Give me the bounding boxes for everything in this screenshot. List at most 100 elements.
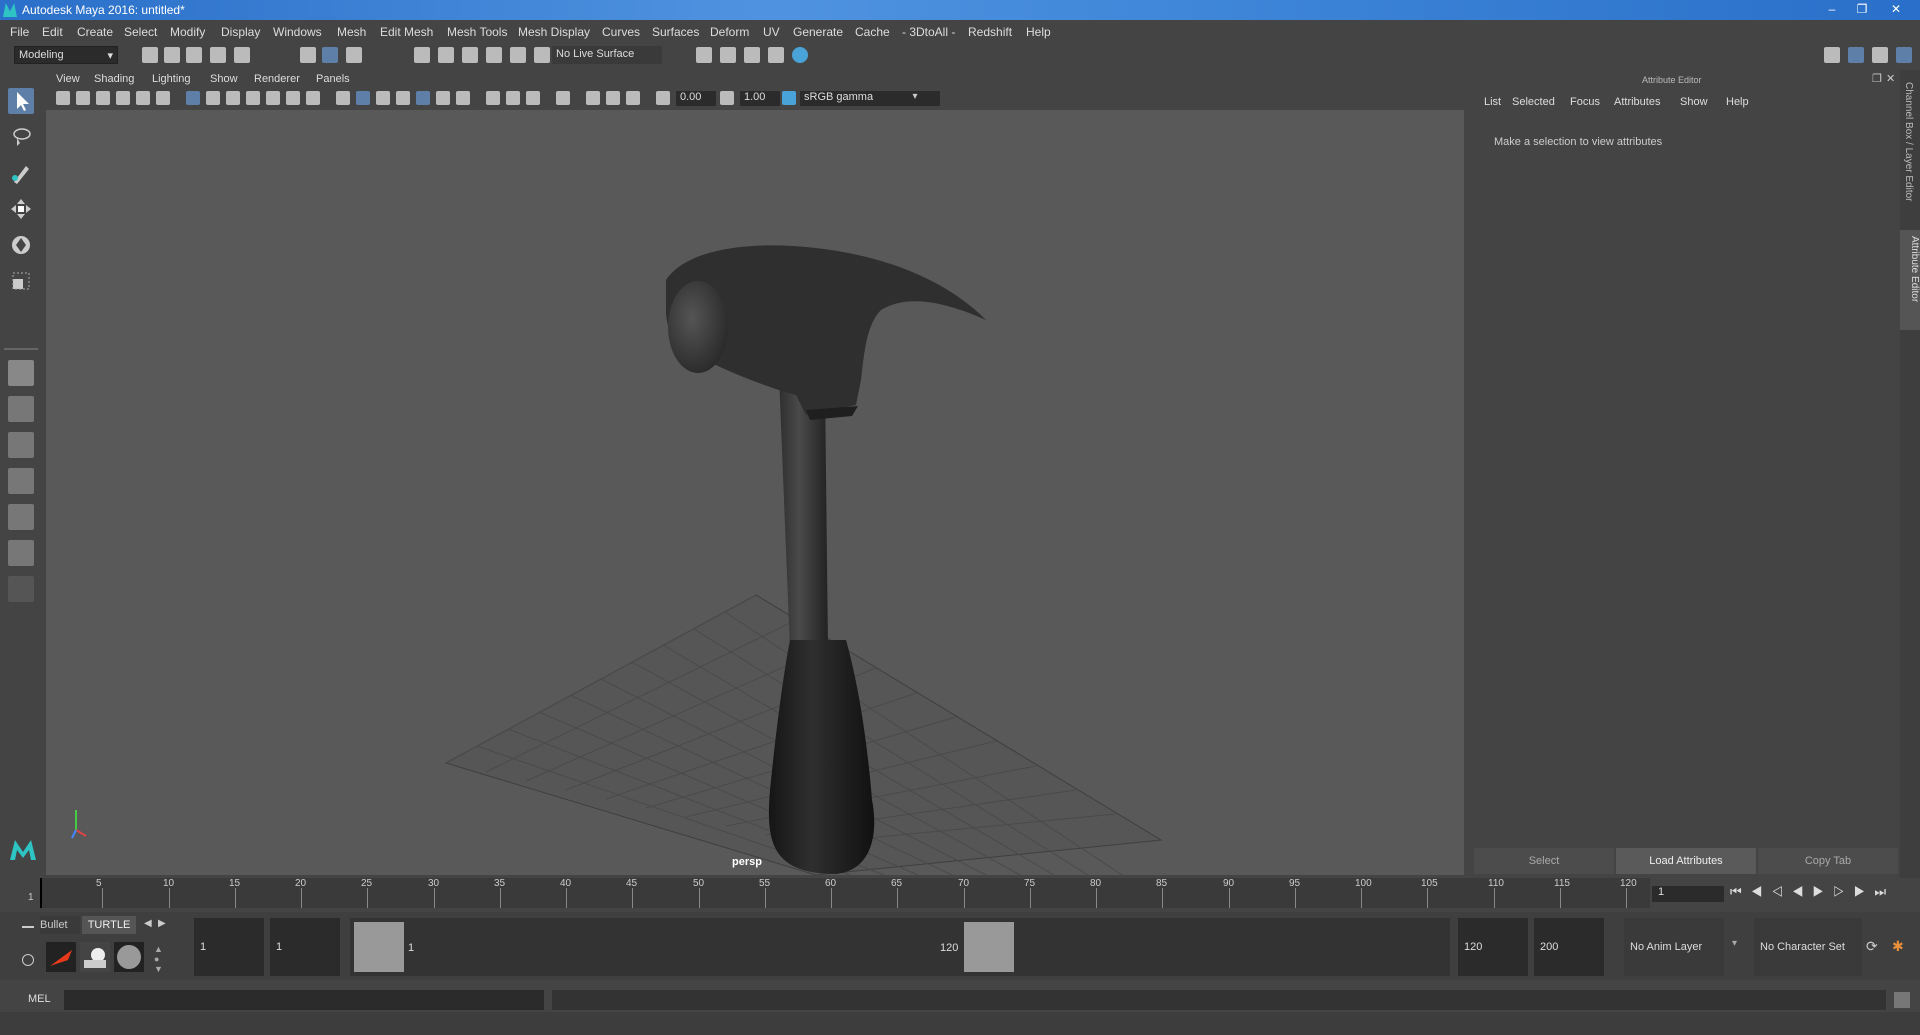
motion-blur-icon[interactable] [486, 91, 500, 105]
attr-menu-selected[interactable]: Selected [1512, 96, 1555, 108]
grid-icon[interactable] [186, 91, 200, 105]
color-management-icon[interactable] [782, 91, 796, 105]
command-input[interactable] [64, 990, 544, 1010]
attr-menu-help[interactable]: Help [1726, 96, 1749, 108]
modeling-toolkit-icon[interactable] [1824, 47, 1840, 63]
save-scene-icon[interactable] [186, 47, 202, 63]
channel-box-tab[interactable]: Channel Box / Layer Editor [1903, 82, 1914, 202]
play-forwards-icon[interactable]: ▶ [1813, 884, 1834, 899]
range-slider-track[interactable] [350, 918, 1450, 976]
ipr-render-icon[interactable] [744, 47, 760, 63]
step-forward-frame-icon[interactable]: ▷ [1833, 884, 1854, 899]
persp-graph-layout-icon[interactable] [8, 468, 34, 494]
wireframe-icon[interactable] [336, 91, 350, 105]
smooth-shade-icon[interactable] [356, 91, 370, 105]
snap-view-plane-icon[interactable] [486, 47, 502, 63]
menu-edit-mesh[interactable]: Edit Mesh [380, 25, 433, 39]
menu-select[interactable]: Select [124, 25, 157, 39]
panel-menu-show[interactable]: Show [210, 73, 238, 85]
redo-icon[interactable] [234, 47, 250, 63]
menu-windows[interactable]: Windows [273, 25, 322, 39]
bookmarks-icon[interactable] [96, 91, 110, 105]
shelf-scroll-arrows-icon[interactable]: ▲ ● ▼ [154, 944, 163, 974]
xray-active-icon[interactable] [606, 91, 620, 105]
move-tool-icon[interactable] [8, 196, 34, 222]
shelf-tab-turtle[interactable]: TURTLE [82, 916, 136, 934]
close-icon[interactable]: ✕ [1886, 1, 1906, 17]
shadows-icon[interactable] [436, 91, 450, 105]
two-d-pan-icon[interactable] [136, 91, 150, 105]
open-scene-icon[interactable] [164, 47, 180, 63]
lasso-tool-icon[interactable] [8, 124, 34, 150]
undo-icon[interactable] [210, 47, 226, 63]
menu-generate[interactable]: Generate [793, 25, 843, 39]
go-to-end-icon[interactable]: ⏭ [1874, 884, 1895, 899]
menu-mesh-display[interactable]: Mesh Display [518, 25, 590, 39]
turtle-surface-icon[interactable] [114, 942, 144, 972]
chevron-down-icon[interactable]: ▾ [1732, 938, 1737, 949]
step-back-frame-icon[interactable]: ◁ [1771, 884, 1792, 899]
menu-mesh[interactable]: Mesh [337, 25, 366, 39]
menu-curves[interactable]: Curves [602, 25, 640, 39]
menu-cache[interactable]: Cache [855, 25, 890, 39]
gamma-icon[interactable] [720, 91, 734, 105]
attribute-editor-tab[interactable]: Attribute Editor [1900, 230, 1920, 330]
panel-menu-lighting[interactable]: Lighting [152, 73, 191, 85]
play-backwards-icon[interactable]: ◀ [1792, 884, 1813, 899]
hypershade-icon[interactable] [768, 47, 784, 63]
range-slider-end-handle[interactable] [964, 922, 1014, 972]
menu-display[interactable]: Display [221, 25, 260, 39]
image-plane-icon[interactable] [116, 91, 130, 105]
grease-pencil-icon[interactable] [156, 91, 170, 105]
menu-surfaces[interactable]: Surfaces [652, 25, 699, 39]
textured-icon[interactable] [396, 91, 410, 105]
tool-settings-icon[interactable] [1872, 47, 1888, 63]
attr-menu-show[interactable]: Show [1680, 96, 1708, 108]
hypershade-layout-icon[interactable] [8, 540, 34, 566]
multisample-aa-icon[interactable] [506, 91, 520, 105]
field-chart-icon[interactable] [266, 91, 280, 105]
menu-deform[interactable]: Deform [710, 25, 749, 39]
animation-preferences-icon[interactable]: ✱ [1892, 938, 1904, 955]
isolate-select-icon[interactable] [556, 91, 570, 105]
range-slider-start-handle[interactable] [354, 922, 404, 972]
go-to-start-icon[interactable]: ⏮ [1730, 884, 1751, 899]
four-pane-layout-icon[interactable] [8, 396, 34, 422]
minimize-icon[interactable]: – [1822, 1, 1842, 17]
make-live-icon[interactable] [510, 47, 526, 63]
shelf-tab-bullet[interactable]: Bullet [40, 916, 80, 934]
single-pane-layout-icon[interactable] [8, 360, 34, 386]
select-by-object-icon[interactable] [322, 47, 338, 63]
copy-tab-button[interactable]: Copy Tab [1758, 848, 1898, 874]
step-back-key-icon[interactable]: ◀ [1751, 884, 1772, 899]
snap-point-icon[interactable] [462, 47, 478, 63]
shelf-settings-icon[interactable] [22, 954, 34, 966]
film-gate-icon[interactable] [206, 91, 220, 105]
exposure-icon[interactable] [656, 91, 670, 105]
auto-key-icon[interactable]: ⟳ [1866, 938, 1878, 955]
paint-select-tool-icon[interactable] [8, 160, 34, 186]
exposure-field[interactable]: 0.00 [676, 91, 716, 106]
safe-title-icon[interactable] [306, 91, 320, 105]
script-editor-icon[interactable] [1894, 992, 1910, 1008]
attr-menu-list[interactable]: List [1484, 96, 1501, 108]
shelf-scroll-left-icon[interactable]: ◀ [144, 918, 152, 929]
select-by-hierarchy-icon[interactable] [300, 47, 316, 63]
xray-joints-icon[interactable] [626, 91, 640, 105]
rotate-tool-icon[interactable] [8, 232, 34, 258]
menu-edit[interactable]: Edit [42, 25, 63, 39]
panel-menu-renderer[interactable]: Renderer [254, 73, 300, 85]
snap-curve-icon[interactable] [438, 47, 454, 63]
new-scene-icon[interactable] [142, 47, 158, 63]
menu-3dtoall[interactable]: - 3DtoAll - [902, 25, 955, 39]
render-view-icon[interactable] [720, 47, 736, 63]
panel-menu-panels[interactable]: Panels [316, 73, 350, 85]
menu-help[interactable]: Help [1026, 25, 1051, 39]
current-time-marker[interactable] [40, 878, 42, 908]
outliner-persp-layout-icon[interactable] [8, 504, 34, 530]
anim-layer-dropdown[interactable]: No Anim Layer [1624, 918, 1724, 976]
safe-action-icon[interactable] [286, 91, 300, 105]
layout-toggle-icon[interactable] [8, 576, 34, 602]
turtle-bake-icon[interactable] [80, 942, 110, 972]
camera-attributes-icon[interactable] [76, 91, 90, 105]
